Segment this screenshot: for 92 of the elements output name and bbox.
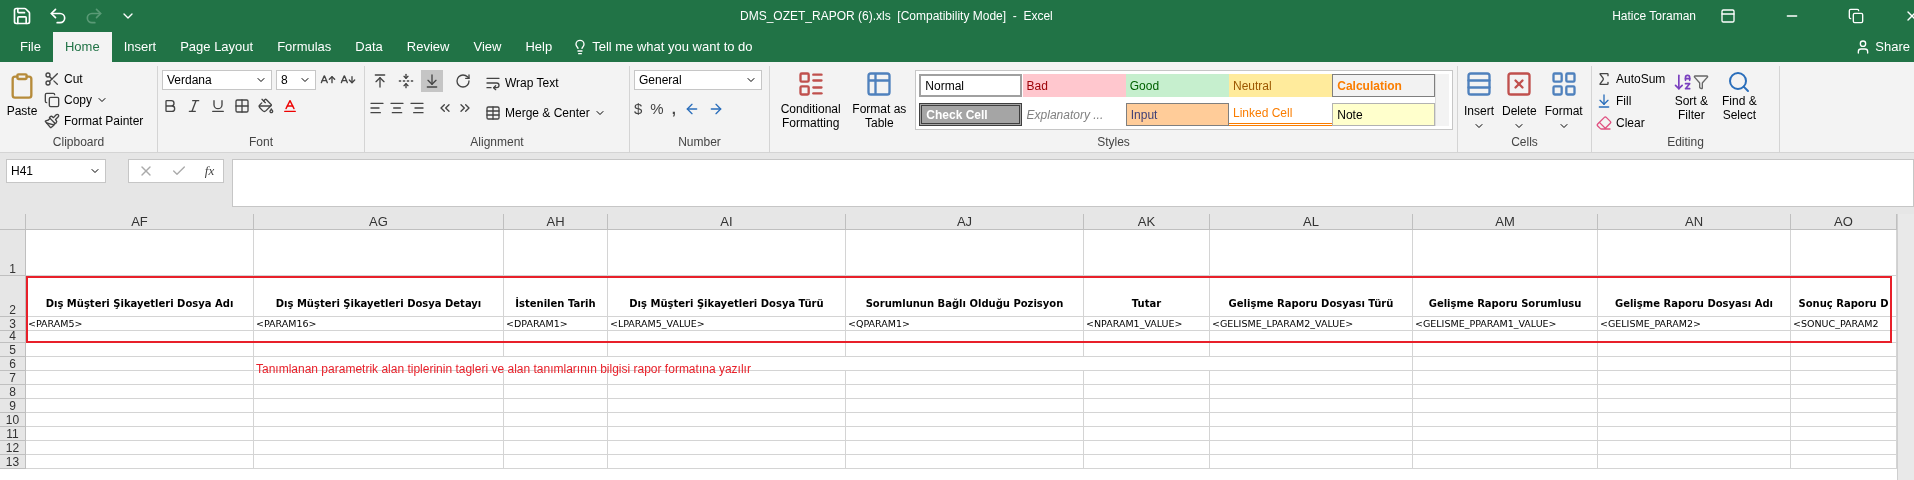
group-label: Cells (1511, 134, 1538, 151)
table-cell: <GELISME_PARAM2> (1598, 317, 1791, 331)
copy-button[interactable]: Copy (64, 91, 92, 109)
autosum-button[interactable]: AutoSum (1616, 70, 1666, 88)
ribbon-tab[interactable]: Help (513, 32, 565, 62)
table-cell: <DPARAM1> (504, 317, 608, 331)
row-header[interactable]: 12 (0, 441, 26, 455)
table-cell: Dış Müşteri Şikayetleri Dosya Adı (26, 276, 254, 317)
cells-button[interactable]: Insert (1462, 70, 1496, 132)
cell-style[interactable]: Input (1125, 103, 1229, 126)
table-cell: Dış Müşteri Şikayetleri Dosya Türü (608, 276, 846, 317)
format-painter-button[interactable]: Format Painter (64, 112, 144, 130)
row-header[interactable]: 10 (0, 413, 26, 427)
ribbon-tab[interactable]: View (461, 32, 514, 62)
cell-style[interactable]: Good (1125, 74, 1229, 97)
font-size-field[interactable]: 8 (276, 70, 316, 90)
cell-style[interactable]: Bad (1022, 74, 1126, 97)
table-cell: <LPARAM5_VALUE> (608, 317, 846, 331)
paste-button[interactable]: Paste (4, 70, 40, 120)
table-cell: Gelişme Raporu Dosyası Adı (1598, 276, 1791, 317)
row-header[interactable]: 13 (0, 455, 26, 469)
row-header[interactable]: 3 (0, 317, 26, 331)
window-title: DMS_OZET_RAPOR (6).xls [Compatibility Mode] - Excel (740, 8, 1053, 25)
share-button[interactable]: Share (1875, 37, 1910, 57)
ribbon-tab[interactable]: Data (343, 32, 395, 62)
column-header[interactable]: AN (1598, 214, 1791, 230)
group-label: Editing (1667, 134, 1704, 151)
row-header[interactable]: 11 (0, 427, 26, 441)
format-as-table-button[interactable]: Format as Table (851, 70, 908, 130)
row-header[interactable]: 5 (0, 343, 26, 357)
fill-button[interactable]: Fill (1616, 92, 1632, 110)
table-cell: <GELISME_PPARAM1_VALUE> (1413, 317, 1598, 331)
cells-button[interactable]: Format (1542, 70, 1585, 132)
cell-style[interactable]: Neutral (1229, 74, 1332, 97)
name-box[interactable]: H41 (6, 159, 106, 183)
percent-button[interactable]: % (650, 98, 664, 121)
row-header[interactable]: 7 (0, 371, 26, 385)
table-cell: Gelişme Raporu Sorumlusu (1413, 276, 1598, 317)
column-header[interactable]: AF (26, 214, 254, 230)
row-header[interactable]: 2 (0, 276, 26, 317)
table-cell: Tutar (1084, 276, 1210, 317)
column-header[interactable]: AL (1210, 214, 1413, 230)
row-header[interactable]: 1 (0, 230, 26, 276)
tell-me-search[interactable]: Tell me what you want to do (592, 37, 753, 57)
ribbon-tab[interactable]: Formulas (265, 32, 344, 62)
row-header[interactable]: 4 (0, 331, 26, 343)
annotation-text: Tanımlanan parametrik alan tiplerinin tagleri ve alan tanımlarının bilgisi rapor formatına yazılır (256, 361, 751, 378)
group-label: Font (249, 134, 273, 151)
group-label: Alignment (470, 134, 524, 151)
group-label: Clipboard (52, 134, 105, 151)
number-format-field[interactable]: General (634, 70, 762, 90)
merge-center-button[interactable]: Merge & Center (505, 104, 590, 122)
column-header[interactable]: AO (1791, 214, 1897, 230)
group-label: Styles (1097, 134, 1130, 151)
table-cell: <PARAM5> (26, 317, 254, 331)
comma-button[interactable]: , (671, 98, 676, 121)
conditional-formatting-button[interactable]: Conditional Formatting (774, 70, 848, 130)
table-cell: <GELISME_LPARAM2_VALUE> (1210, 317, 1413, 331)
row-header[interactable]: 8 (0, 385, 26, 399)
table-cell: <PARAM16> (254, 317, 504, 331)
ribbon-tab[interactable]: Insert (111, 32, 169, 62)
ribbon-tab[interactable]: File (8, 32, 53, 62)
cut-button[interactable]: Cut (64, 70, 83, 88)
cell-style[interactable]: Normal (919, 74, 1023, 97)
column-header[interactable]: AK (1084, 214, 1210, 230)
ribbon-tab[interactable]: Home (52, 32, 112, 62)
column-header[interactable]: AJ (846, 214, 1084, 230)
insert-function-button[interactable]: fx (204, 161, 215, 181)
row-header[interactable]: 9 (0, 399, 26, 413)
ribbon-tab[interactable]: Page Layout (168, 32, 266, 62)
row-header[interactable]: 6 (0, 357, 26, 371)
column-header[interactable]: AH (504, 214, 608, 230)
table-cell: <NPARAM1_VALUE> (1084, 317, 1210, 331)
ribbon-tab[interactable]: Review (394, 32, 462, 62)
cells-button[interactable]: Delete (1500, 70, 1539, 132)
table-cell: <QPARAM1> (846, 317, 1084, 331)
user-name: Hatice Toraman (1612, 8, 1696, 25)
table-cell: İstenilen Tarih (504, 276, 608, 317)
cell-style[interactable]: Note (1332, 103, 1436, 126)
wrap-text-button[interactable]: Wrap Text (505, 74, 559, 92)
table-cell: Dış Müşteri Şikayetleri Dosya Detayı (254, 276, 504, 317)
column-header[interactable]: AI (608, 214, 846, 230)
clear-button[interactable]: Clear (1616, 114, 1645, 132)
sort-filter-button[interactable]: Sort & Filter (1669, 70, 1714, 122)
table-cell: Sorumlunun Bağlı Olduğu Pozisyon (846, 276, 1084, 317)
table-cell: Gelişme Raporu Dosyası Türü (1210, 276, 1413, 317)
column-header[interactable]: AG (254, 214, 504, 230)
currency-button[interactable]: $ (634, 98, 643, 121)
find-select-button[interactable]: Find & Select (1717, 70, 1762, 122)
group-label: Number (678, 134, 721, 151)
column-header[interactable]: AM (1413, 214, 1598, 230)
font-name-field[interactable]: Verdana (162, 70, 272, 90)
